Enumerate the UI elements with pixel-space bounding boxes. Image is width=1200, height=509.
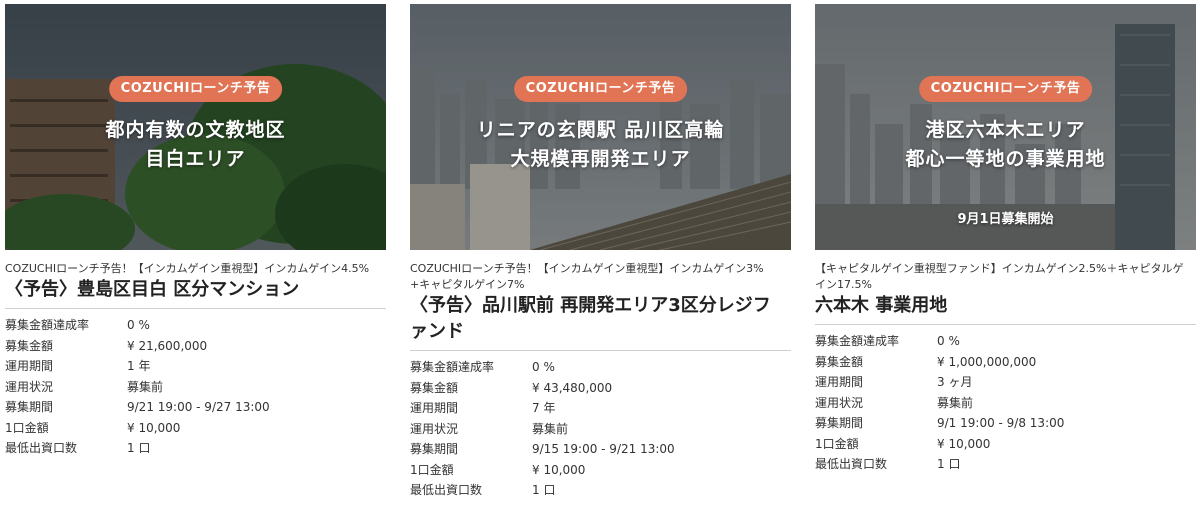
launch-notice-badge: COZUCHIローンチ予告 <box>108 76 283 102</box>
spec-value: 募集前 <box>937 395 974 410</box>
fund-image[interactable]: COZUCHIローンチ予告 リニアの玄関駅 品川区高輪 大規模再開発エリア <box>410 4 791 250</box>
fund-category: COZUCHIローンチ予告！【インカムゲイン重視型】インカムゲイン4.5% <box>5 262 370 275</box>
fund-card-shinagawa[interactable]: COZUCHIローンチ予告 リニアの玄関駅 品川区高輪 大規模再開発エリア CO… <box>410 4 791 501</box>
spec-row-period: 募集期間 9/21 19:00 - 9/27 13:00 <box>5 397 386 418</box>
spec-row-amount: 募集金額 ¥ 43,480,000 <box>410 378 791 399</box>
spec-row-status: 運用状況 募集前 <box>815 393 1196 414</box>
spec-label: 運用状況 <box>5 379 54 394</box>
spec-label: 募集金額達成率 <box>815 334 900 348</box>
spec-row-unit-price: 1口金額 ¥ 10,000 <box>815 434 1196 455</box>
headline-line: 大規模再開発エリア <box>510 148 691 170</box>
spec-value: 募集前 <box>127 379 164 394</box>
fund-title[interactable]: 〈予告〉品川駅前 再開発エリア3区分レジファンド <box>410 293 791 351</box>
headline-line: 都心一等地の事業用地 <box>905 148 1106 170</box>
spec-value: 1 年 <box>127 359 151 373</box>
fund-card-roppongi[interactable]: COZUCHIローンチ予告 港区六本木エリア 都心一等地の事業用地 9月1日募集… <box>815 4 1196 475</box>
recruitment-start-text: 9月1日募集開始 <box>957 212 1054 227</box>
spec-value: 1 口 <box>532 483 556 497</box>
spec-value: 0 % <box>937 334 960 348</box>
spec-row-amount: 募集金額 ¥ 21,600,000 <box>5 336 386 357</box>
spec-row-term: 運用期間 1 年 <box>5 356 386 377</box>
spec-row-achievement: 募集金額達成率 0 % <box>410 357 791 378</box>
spec-label: 1口金額 <box>815 436 859 451</box>
spec-row-amount: 募集金額 ¥ 1,000,000,000 <box>815 352 1196 373</box>
spec-value: 9/15 19:00 - 9/21 13:00 <box>532 442 675 456</box>
spec-value: ¥ 10,000 <box>532 462 586 477</box>
headline-line: リニアの玄関駅 品川区高輪 <box>476 119 725 141</box>
spec-label: 募集金額 <box>5 338 54 353</box>
spec-label: 最低出資口数 <box>815 457 888 471</box>
spec-row-min-units: 最低出資口数 1 口 <box>410 480 791 501</box>
spec-row-term: 運用期間 3 ヶ月 <box>815 372 1196 393</box>
fund-image[interactable]: COZUCHIローンチ予告 港区六本木エリア 都心一等地の事業用地 9月1日募集… <box>815 4 1196 250</box>
spec-label: 募集金額 <box>815 354 864 369</box>
spec-label: 最低出資口数 <box>5 441 78 455</box>
spec-label: 運用期間 <box>815 375 864 389</box>
spec-label: 募集期間 <box>410 442 459 456</box>
fund-image[interactable]: COZUCHIローンチ予告 都内有数の文教地区 目白エリア <box>5 4 386 250</box>
spec-label: 募集金額達成率 <box>5 318 90 332</box>
headline-line: 港区六本木エリア <box>925 119 1086 141</box>
spec-label: 運用状況 <box>815 395 864 410</box>
headline-line: 都内有数の文教地区 <box>105 119 286 141</box>
launch-notice-badge: COZUCHIローンチ予告 <box>513 76 688 102</box>
spec-value: ¥ 10,000 <box>127 420 181 435</box>
image-headline: 都内有数の文教地区 目白エリア <box>5 116 386 174</box>
spec-label: 運用状況 <box>410 421 459 436</box>
spec-label: 募集金額達成率 <box>410 360 495 374</box>
fund-specs: 募集金額達成率 0 % 募集金額 ¥ 43,480,000 運用期間 7 年 運用状況… <box>410 357 791 501</box>
spec-value: ¥ 1,000,000,000 <box>937 354 1037 369</box>
spec-row-status: 運用状況 募集前 <box>410 419 791 440</box>
spec-value: ¥ 21,600,000 <box>127 338 208 353</box>
fund-specs: 募集金額達成率 0 % 募集金額 ¥ 21,600,000 運用期間 1 年 運用状況… <box>5 315 386 459</box>
spec-row-min-units: 最低出資口数 1 口 <box>815 454 1196 475</box>
spec-value: 9/1 19:00 - 9/8 13:00 <box>937 416 1065 430</box>
spec-row-period: 募集期間 9/15 19:00 - 9/21 13:00 <box>410 439 791 460</box>
spec-label: 1口金額 <box>410 462 454 477</box>
spec-label: 募集金額 <box>410 380 459 395</box>
spec-label: 運用期間 <box>5 359 54 373</box>
spec-value: 7 年 <box>532 401 556 415</box>
fund-category: COZUCHIローンチ予告！【インカムゲイン重視型】インカムゲイン3% +キャピ… <box>410 262 764 291</box>
fund-card-mejiro[interactable]: COZUCHIローンチ予告 都内有数の文教地区 目白エリア COZUCHIローン… <box>5 4 386 459</box>
headline-line: 目白エリア <box>145 148 246 170</box>
spec-label: 1口金額 <box>5 420 49 435</box>
fund-category: 【キャピタルゲイン重視型ファンド】インカムゲイン2.5%＋キャピタルゲイン17.… <box>815 262 1184 291</box>
spec-row-status: 運用状況 募集前 <box>5 377 386 398</box>
spec-row-achievement: 募集金額達成率 0 % <box>815 331 1196 352</box>
image-headline: リニアの玄関駅 品川区高輪 大規模再開発エリア <box>410 116 791 174</box>
launch-notice-badge: COZUCHIローンチ予告 <box>918 76 1093 102</box>
spec-value: ¥ 10,000 <box>937 436 991 451</box>
fund-specs: 募集金額達成率 0 % 募集金額 ¥ 1,000,000,000 運用期間 3 ヶ月 … <box>815 331 1196 475</box>
spec-label: 募集期間 <box>815 416 864 430</box>
spec-row-min-units: 最低出資口数 1 口 <box>5 438 386 459</box>
spec-label: 運用期間 <box>410 401 459 415</box>
spec-label: 募集期間 <box>5 400 54 414</box>
spec-value: 0 % <box>127 318 150 332</box>
spec-value: 0 % <box>532 360 555 374</box>
spec-label: 最低出資口数 <box>410 483 483 497</box>
fund-title[interactable]: 〈予告〉豊島区目白 区分マンション <box>5 277 386 309</box>
spec-value: 9/21 19:00 - 9/27 13:00 <box>127 400 270 414</box>
spec-row-unit-price: 1口金額 ¥ 10,000 <box>410 460 791 481</box>
spec-value: 3 ヶ月 <box>937 375 973 389</box>
spec-row-period: 募集期間 9/1 19:00 - 9/8 13:00 <box>815 413 1196 434</box>
spec-row-unit-price: 1口金額 ¥ 10,000 <box>5 418 386 439</box>
spec-row-term: 運用期間 7 年 <box>410 398 791 419</box>
spec-value: 募集前 <box>532 421 569 436</box>
spec-value: 1 口 <box>127 441 151 455</box>
spec-value: ¥ 43,480,000 <box>532 380 613 395</box>
image-headline: 港区六本木エリア 都心一等地の事業用地 <box>815 116 1196 174</box>
fund-title[interactable]: 六本木 事業用地 <box>815 293 1196 325</box>
spec-value: 1 口 <box>937 457 961 471</box>
spec-row-achievement: 募集金額達成率 0 % <box>5 315 386 336</box>
